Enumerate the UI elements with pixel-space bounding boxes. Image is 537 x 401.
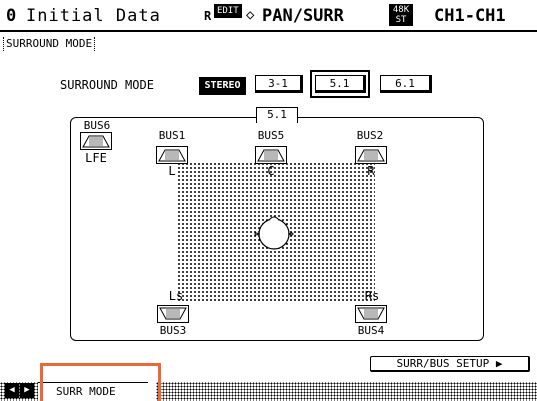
left-surround-bus-label: BUS3 — [159, 324, 187, 337]
mode-button-3-1[interactable]: 3-1 — [255, 75, 303, 93]
pan-position-cursor[interactable] — [252, 212, 296, 256]
surround-mode-label: SURROUND MODE — [60, 78, 154, 92]
left-surround-speaker-icon[interactable] — [157, 305, 189, 323]
edit-badge: EDIT — [214, 4, 242, 18]
mode-button-5-1[interactable]: 5.1 — [315, 75, 366, 93]
tab-scroll-left-icon[interactable]: ◀ — [5, 383, 19, 398]
sample-rate-value: 48K — [392, 5, 410, 15]
lfe-channel-label: LFE — [85, 151, 107, 165]
left-speaker-icon[interactable] — [156, 146, 188, 164]
lfe-bus-label: BUS6 — [83, 119, 111, 132]
mode-button-6-1[interactable]: 6.1 — [380, 75, 432, 93]
stereo-indicator: ST — [395, 15, 407, 25]
r-indicator: R — [204, 9, 212, 23]
center-bus-label: BUS5 — [257, 129, 285, 142]
diamond-icon: ◇ — [246, 7, 255, 23]
right-surround-speaker-icon[interactable] — [355, 305, 387, 323]
right-surround-channel-label: Rs — [364, 289, 380, 303]
channel-label: CH1-CH1 — [434, 6, 506, 26]
left-surround-channel-label: Ls — [168, 289, 184, 303]
surr-bus-setup-button[interactable]: SURR/BUS SETUP ▶ — [370, 356, 530, 372]
mode-button-stereo[interactable]: STEREO — [199, 77, 246, 95]
right-surround-bus-label: BUS4 — [357, 324, 385, 337]
left-bus-label: BUS1 — [158, 129, 186, 142]
right-channel-label: R — [367, 164, 375, 178]
center-speaker-icon[interactable] — [255, 146, 287, 164]
tab-scroll-right-icon[interactable]: ▶ — [20, 383, 34, 398]
current-mode-display: 5.1 — [256, 107, 298, 123]
page-tag: SURROUND MODE — [3, 37, 96, 51]
right-bus-label: BUS2 — [356, 129, 384, 142]
surr-bus-setup-label: SURR/BUS SETUP — [396, 357, 490, 370]
sample-rate-badge: 48K ST — [389, 4, 413, 26]
scene-name: Initial Data — [26, 6, 161, 26]
left-channel-label: L — [168, 164, 176, 178]
highlight-annotation — [40, 363, 161, 401]
lfe-speaker-icon[interactable] — [80, 132, 112, 150]
screen-title: PAN/SURR — [262, 6, 344, 26]
center-channel-label: C — [267, 164, 275, 178]
arrow-right-icon: ▶ — [495, 357, 503, 370]
scene-number: 0 — [6, 6, 17, 26]
right-speaker-icon[interactable] — [355, 146, 387, 164]
